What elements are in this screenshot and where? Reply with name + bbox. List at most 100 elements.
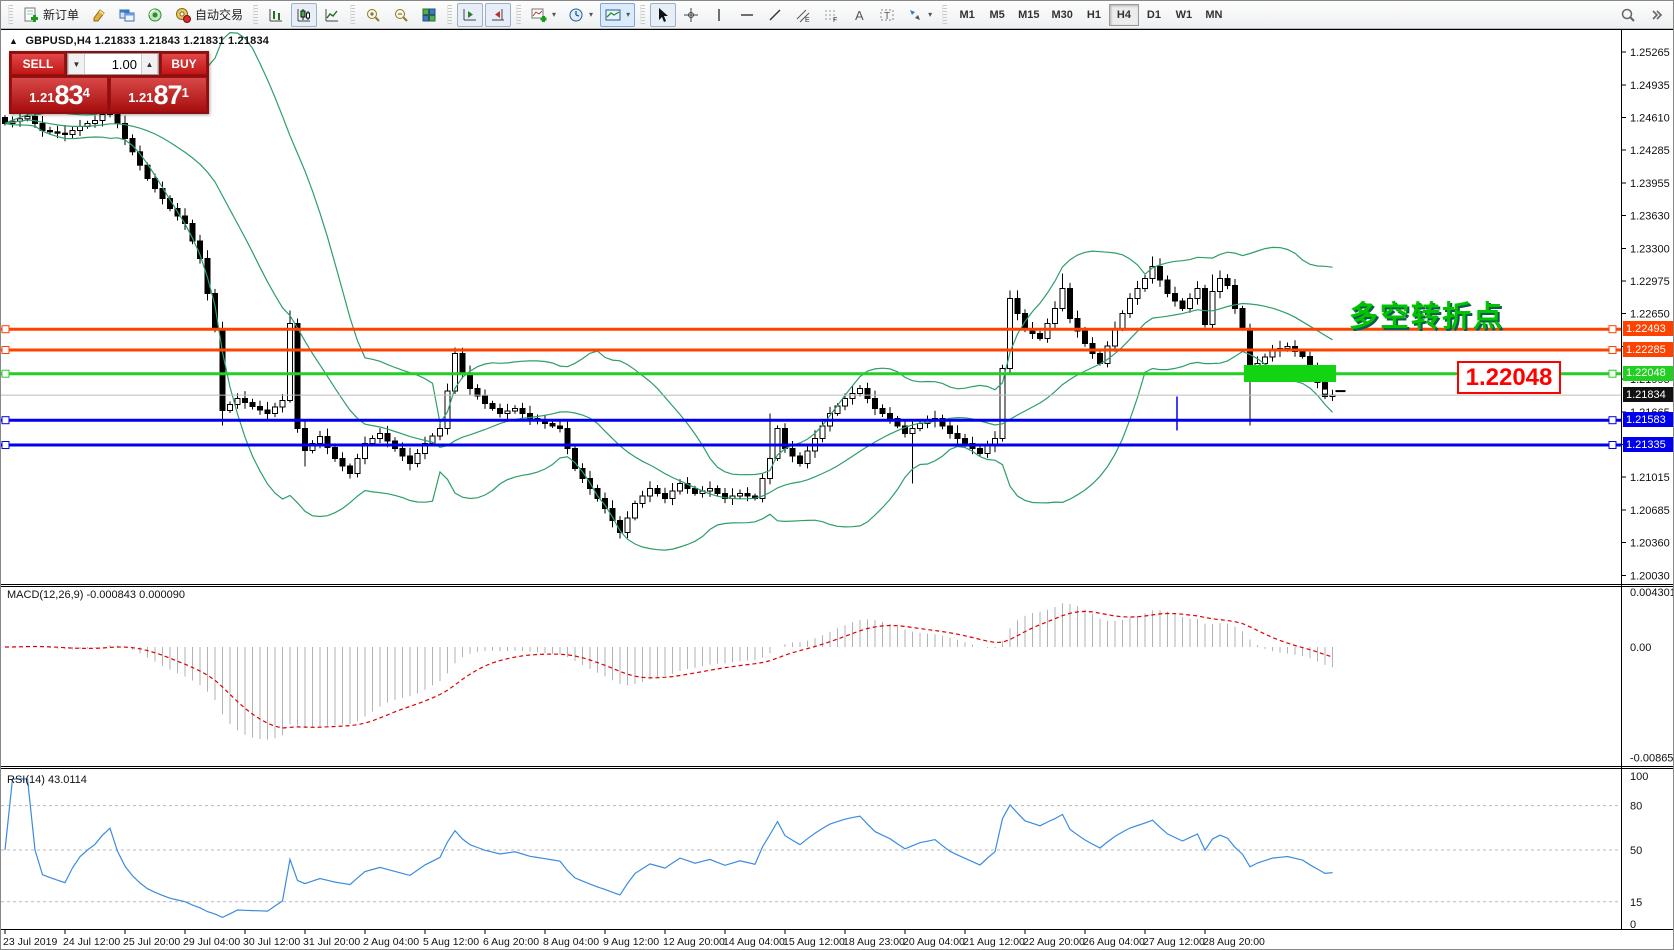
svg-text:24 Jul 12:00: 24 Jul 12:00 [63, 936, 120, 948]
toolbar-overflow-button[interactable] [1643, 3, 1669, 27]
svg-text:E: E [805, 17, 810, 23]
clock-icon [568, 7, 584, 23]
buy-price-tile[interactable]: 1.21 87 1 [110, 77, 207, 112]
timeframe-button-d1[interactable]: D1 [1139, 4, 1169, 26]
tile-windows-button[interactable] [416, 3, 442, 27]
chart-canvas[interactable]: 1.252651.249351.246101.242851.239551.236… [1, 29, 1674, 950]
text-tool-button[interactable]: A [846, 3, 872, 27]
indicators-button[interactable]: ▾ [526, 3, 561, 27]
svg-text:5 Aug 12:00: 5 Aug 12:00 [423, 936, 479, 948]
sell-button[interactable]: SELL [11, 53, 65, 75]
chart-shift-button[interactable] [485, 3, 511, 27]
timeframe-button-h4[interactable]: H4 [1109, 4, 1139, 26]
editor-icon [91, 7, 107, 23]
volume-input[interactable] [85, 54, 141, 74]
search-button[interactable] [1615, 3, 1641, 27]
svg-text:1.20360: 1.20360 [1630, 538, 1670, 550]
crosshair-tool-button[interactable] [678, 3, 704, 27]
svg-text:0: 0 [1630, 919, 1636, 931]
timeframe-button-m1[interactable]: M1 [952, 4, 982, 26]
editor-button[interactable] [86, 3, 112, 27]
horizontal-line-icon [739, 7, 755, 23]
svg-text:12 Aug 20:00: 12 Aug 20:00 [663, 936, 725, 948]
macd-label: MACD(12,26,9) -0.000843 0.000090 [7, 589, 185, 601]
profiles-button[interactable] [114, 3, 140, 27]
bar-chart-button[interactable] [263, 3, 289, 27]
timeframe-button-m30[interactable]: M30 [1046, 4, 1079, 26]
auto-scroll-button[interactable] [457, 3, 483, 27]
zoom-in-icon [365, 7, 381, 23]
sell-price-small: 1.21 [29, 87, 54, 109]
text-icon: A [851, 7, 867, 23]
volume-increase-button[interactable]: ▲ [141, 54, 158, 74]
svg-text:1.22320: 1.22320 [1630, 342, 1670, 354]
signals-button[interactable] [142, 3, 168, 27]
trading-terminal-window: 新订单 自动交易 [0, 0, 1674, 950]
dropdown-caret-icon: ▾ [626, 10, 630, 19]
svg-text:20 Aug 04:00: 20 Aug 04:00 [903, 936, 965, 948]
zoom-out-icon [393, 7, 409, 23]
timeframe-button-m5[interactable]: M5 [982, 4, 1012, 26]
channel-icon: E [795, 7, 811, 23]
dropdown-caret-icon: ▾ [589, 10, 593, 19]
toolbar-grip [516, 5, 521, 25]
auto-trading-icon [175, 7, 191, 23]
horizontal-line-tool-button[interactable] [734, 3, 760, 27]
arrows-icon [907, 7, 923, 23]
svg-text:9 Aug 12:00: 9 Aug 12:00 [603, 936, 659, 948]
template-icon [605, 7, 621, 23]
toolbar-grip [447, 5, 452, 25]
timeframe-button-w1[interactable]: W1 [1169, 4, 1199, 26]
indicators-icon [531, 7, 547, 23]
svg-text:15 Aug 12:00: 15 Aug 12:00 [783, 936, 845, 948]
zoom-out-button[interactable] [388, 3, 414, 27]
channel-tool-button[interactable]: E [790, 3, 816, 27]
dropdown-caret-icon: ▾ [552, 10, 556, 19]
svg-text:1.24610: 1.24610 [1630, 113, 1670, 125]
svg-text:1.24935: 1.24935 [1630, 80, 1670, 92]
crosshair-icon [683, 7, 699, 23]
svg-text:26 Aug 04:00: 26 Aug 04:00 [1083, 936, 1145, 948]
trendline-tool-button[interactable] [762, 3, 788, 27]
svg-text:1.20030: 1.20030 [1630, 571, 1670, 583]
svg-text:1.23630: 1.23630 [1630, 211, 1670, 223]
svg-text:1.21995: 1.21995 [1630, 374, 1670, 386]
svg-text:1.21665: 1.21665 [1630, 407, 1670, 419]
timeframe-button-mn[interactable]: MN [1199, 4, 1229, 26]
toolbar-grip [942, 5, 947, 25]
toolbar-grip [8, 5, 13, 25]
zoom-in-button[interactable] [360, 3, 386, 27]
svg-text:23 Jul 2019: 23 Jul 2019 [3, 936, 57, 948]
svg-text:22 Aug 20:00: 22 Aug 20:00 [1023, 936, 1085, 948]
auto-trading-button[interactable]: 自动交易 [170, 3, 248, 27]
svg-text:0.004301: 0.004301 [1630, 587, 1674, 599]
svg-text:2 Aug 04:00: 2 Aug 04:00 [363, 936, 419, 948]
arrows-tool-button[interactable]: ▾ [902, 3, 937, 27]
candlestick-chart-button[interactable] [291, 3, 317, 27]
chart-workspace[interactable]: 1.252651.249351.246101.242851.239551.236… [1, 29, 1674, 950]
svg-text:100: 100 [1630, 771, 1648, 783]
volume-decrease-button[interactable]: ▼ [68, 54, 85, 74]
text-label-tool-button[interactable]: T [874, 3, 900, 27]
toolbar-grip [640, 5, 645, 25]
timeframe-button-h1[interactable]: H1 [1079, 4, 1109, 26]
vertical-line-tool-button[interactable] [706, 3, 732, 27]
svg-text:A: A [855, 8, 864, 23]
line-chart-button[interactable] [319, 3, 345, 27]
svg-text:T: T [884, 11, 890, 22]
volume-stepper: ▼ ▲ [67, 53, 159, 75]
fibonacci-tool-button[interactable]: F [818, 3, 844, 27]
new-order-button[interactable]: 新订单 [18, 3, 84, 27]
profiles-icon [119, 7, 135, 23]
svg-text:50: 50 [1630, 845, 1642, 857]
templates-button[interactable]: ▾ [600, 3, 635, 27]
periods-button[interactable]: ▾ [563, 3, 598, 27]
text-label-icon: T [879, 7, 895, 23]
sell-price-tile[interactable]: 1.21 83 4 [11, 77, 108, 112]
svg-text:15: 15 [1630, 897, 1642, 909]
svg-text:1.24285: 1.24285 [1630, 145, 1670, 157]
timeframe-button-m15[interactable]: M15 [1012, 4, 1045, 26]
vertical-line-icon [711, 7, 727, 23]
cursor-tool-button[interactable] [650, 3, 676, 27]
buy-button[interactable]: BUY [161, 53, 207, 75]
